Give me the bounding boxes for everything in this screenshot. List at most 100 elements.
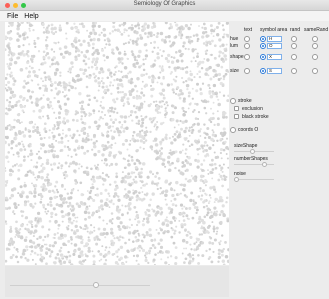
canvas-mark — [152, 139, 155, 143]
canvas-mark — [96, 167, 100, 171]
canvas-mark — [103, 202, 108, 207]
canvas-mark — [111, 222, 114, 225]
lum-symbol-field[interactable]: O — [267, 43, 282, 49]
canvas-mark — [131, 137, 135, 141]
canvas-mark — [171, 203, 175, 207]
menu-help[interactable]: Help — [24, 13, 38, 20]
size-symbol-radio[interactable] — [260, 68, 266, 74]
lum-rand-radio[interactable] — [291, 43, 297, 49]
shape-samerand-radio[interactable] — [312, 54, 318, 60]
canvas-mark — [212, 250, 215, 253]
canvas-mark — [223, 47, 226, 51]
canvas-mark — [223, 54, 227, 58]
canvas-mark — [33, 42, 37, 45]
canvas-mark — [26, 59, 30, 63]
hue-symbol-field[interactable]: H — [267, 36, 282, 42]
coords-radio[interactable] — [230, 127, 236, 133]
sizeshape-slider-thumb[interactable] — [249, 149, 255, 154]
lum-symbol-radio[interactable] — [260, 43, 266, 49]
canvas-mark — [88, 231, 92, 235]
bottom-slider-thumb[interactable] — [93, 282, 100, 288]
canvas-mark — [24, 216, 29, 220]
hue-text-radio[interactable] — [244, 36, 250, 42]
canvas-mark — [183, 261, 186, 264]
canvas-mark — [8, 168, 13, 173]
canvas-mark — [217, 255, 221, 260]
canvas-mark — [141, 162, 146, 166]
canvas-mark — [132, 254, 136, 258]
canvas-mark — [151, 148, 153, 151]
stroke-radio[interactable] — [230, 98, 236, 104]
canvas-mark — [157, 177, 161, 180]
canvas-mark — [59, 24, 62, 27]
canvas-mark — [98, 33, 101, 37]
canvas-mark — [95, 48, 99, 53]
canvas-mark — [138, 249, 141, 252]
hue-samerand-radio[interactable] — [312, 36, 318, 42]
canvas-mark — [34, 217, 38, 220]
canvas-mark — [188, 261, 192, 265]
canvas-mark — [158, 65, 162, 68]
shape-symbol-field[interactable]: X — [267, 54, 282, 60]
black-stroke-checkbox[interactable] — [234, 114, 239, 119]
noise-slider-thumb[interactable] — [234, 177, 239, 182]
canvas-mark — [99, 199, 104, 203]
canvas-mark — [169, 255, 173, 258]
menu-file[interactable]: File — [7, 13, 18, 20]
size-samerand-radio[interactable] — [312, 68, 318, 74]
canvas-mark — [183, 247, 185, 250]
canvas-mark — [208, 208, 212, 212]
canvas-mark — [156, 121, 159, 123]
canvas-mark — [92, 72, 96, 76]
canvas-mark — [216, 155, 220, 159]
numbershapes-slider-track[interactable] — [234, 164, 274, 165]
canvas-mark — [171, 111, 175, 115]
canvas-mark — [67, 154, 70, 157]
canvas-mark — [32, 109, 36, 113]
canvas-mark — [144, 256, 148, 259]
canvas-mark — [111, 217, 114, 221]
shape-text-radio[interactable] — [244, 54, 250, 60]
canvas-mark — [190, 39, 194, 43]
bottom-slider-track[interactable] — [10, 285, 150, 286]
canvas-mark — [196, 237, 200, 242]
canvas-mark — [53, 111, 56, 114]
lum-samerand-radio[interactable] — [312, 43, 318, 49]
canvas-mark — [46, 26, 49, 29]
canvas-mark — [90, 167, 93, 171]
canvas-mark — [35, 178, 38, 181]
canvas-mark — [121, 91, 124, 94]
canvas-mark — [7, 160, 10, 163]
lum-text-radio[interactable] — [244, 43, 250, 49]
canvas-mark — [126, 256, 129, 259]
shape-rand-radio[interactable] — [291, 54, 297, 60]
canvas-mark — [205, 149, 208, 152]
canvas-mark — [60, 164, 64, 168]
numbershapes-slider-thumb[interactable] — [262, 162, 267, 167]
canvas-mark — [67, 70, 70, 73]
canvas-mark — [171, 88, 175, 92]
size-rand-radio[interactable] — [291, 68, 297, 74]
canvas-mark — [207, 100, 210, 103]
exclusion-checkbox[interactable] — [234, 106, 239, 111]
hue-symbol-radio[interactable] — [260, 36, 266, 42]
canvas-mark — [87, 35, 91, 38]
canvas-mark — [132, 42, 135, 45]
canvas-mark — [179, 30, 183, 34]
canvas-mark — [185, 79, 188, 83]
canvas-mark — [61, 214, 65, 219]
canvas-mark — [92, 28, 95, 31]
hue-rand-radio[interactable] — [291, 36, 297, 42]
canvas-mark — [217, 78, 221, 81]
canvas-mark — [116, 86, 120, 90]
size-symbol-field[interactable]: S — [267, 68, 282, 74]
shape-symbol-radio[interactable] — [260, 54, 266, 60]
canvas-mark — [74, 57, 78, 61]
canvas-mark — [211, 133, 215, 137]
size-text-radio[interactable] — [244, 68, 250, 74]
canvas-mark — [48, 219, 52, 223]
canvas-mark — [6, 63, 9, 65]
canvas-mark — [74, 50, 78, 53]
noise-slider-track[interactable] — [234, 179, 274, 180]
drawing-canvas[interactable] — [5, 22, 229, 265]
